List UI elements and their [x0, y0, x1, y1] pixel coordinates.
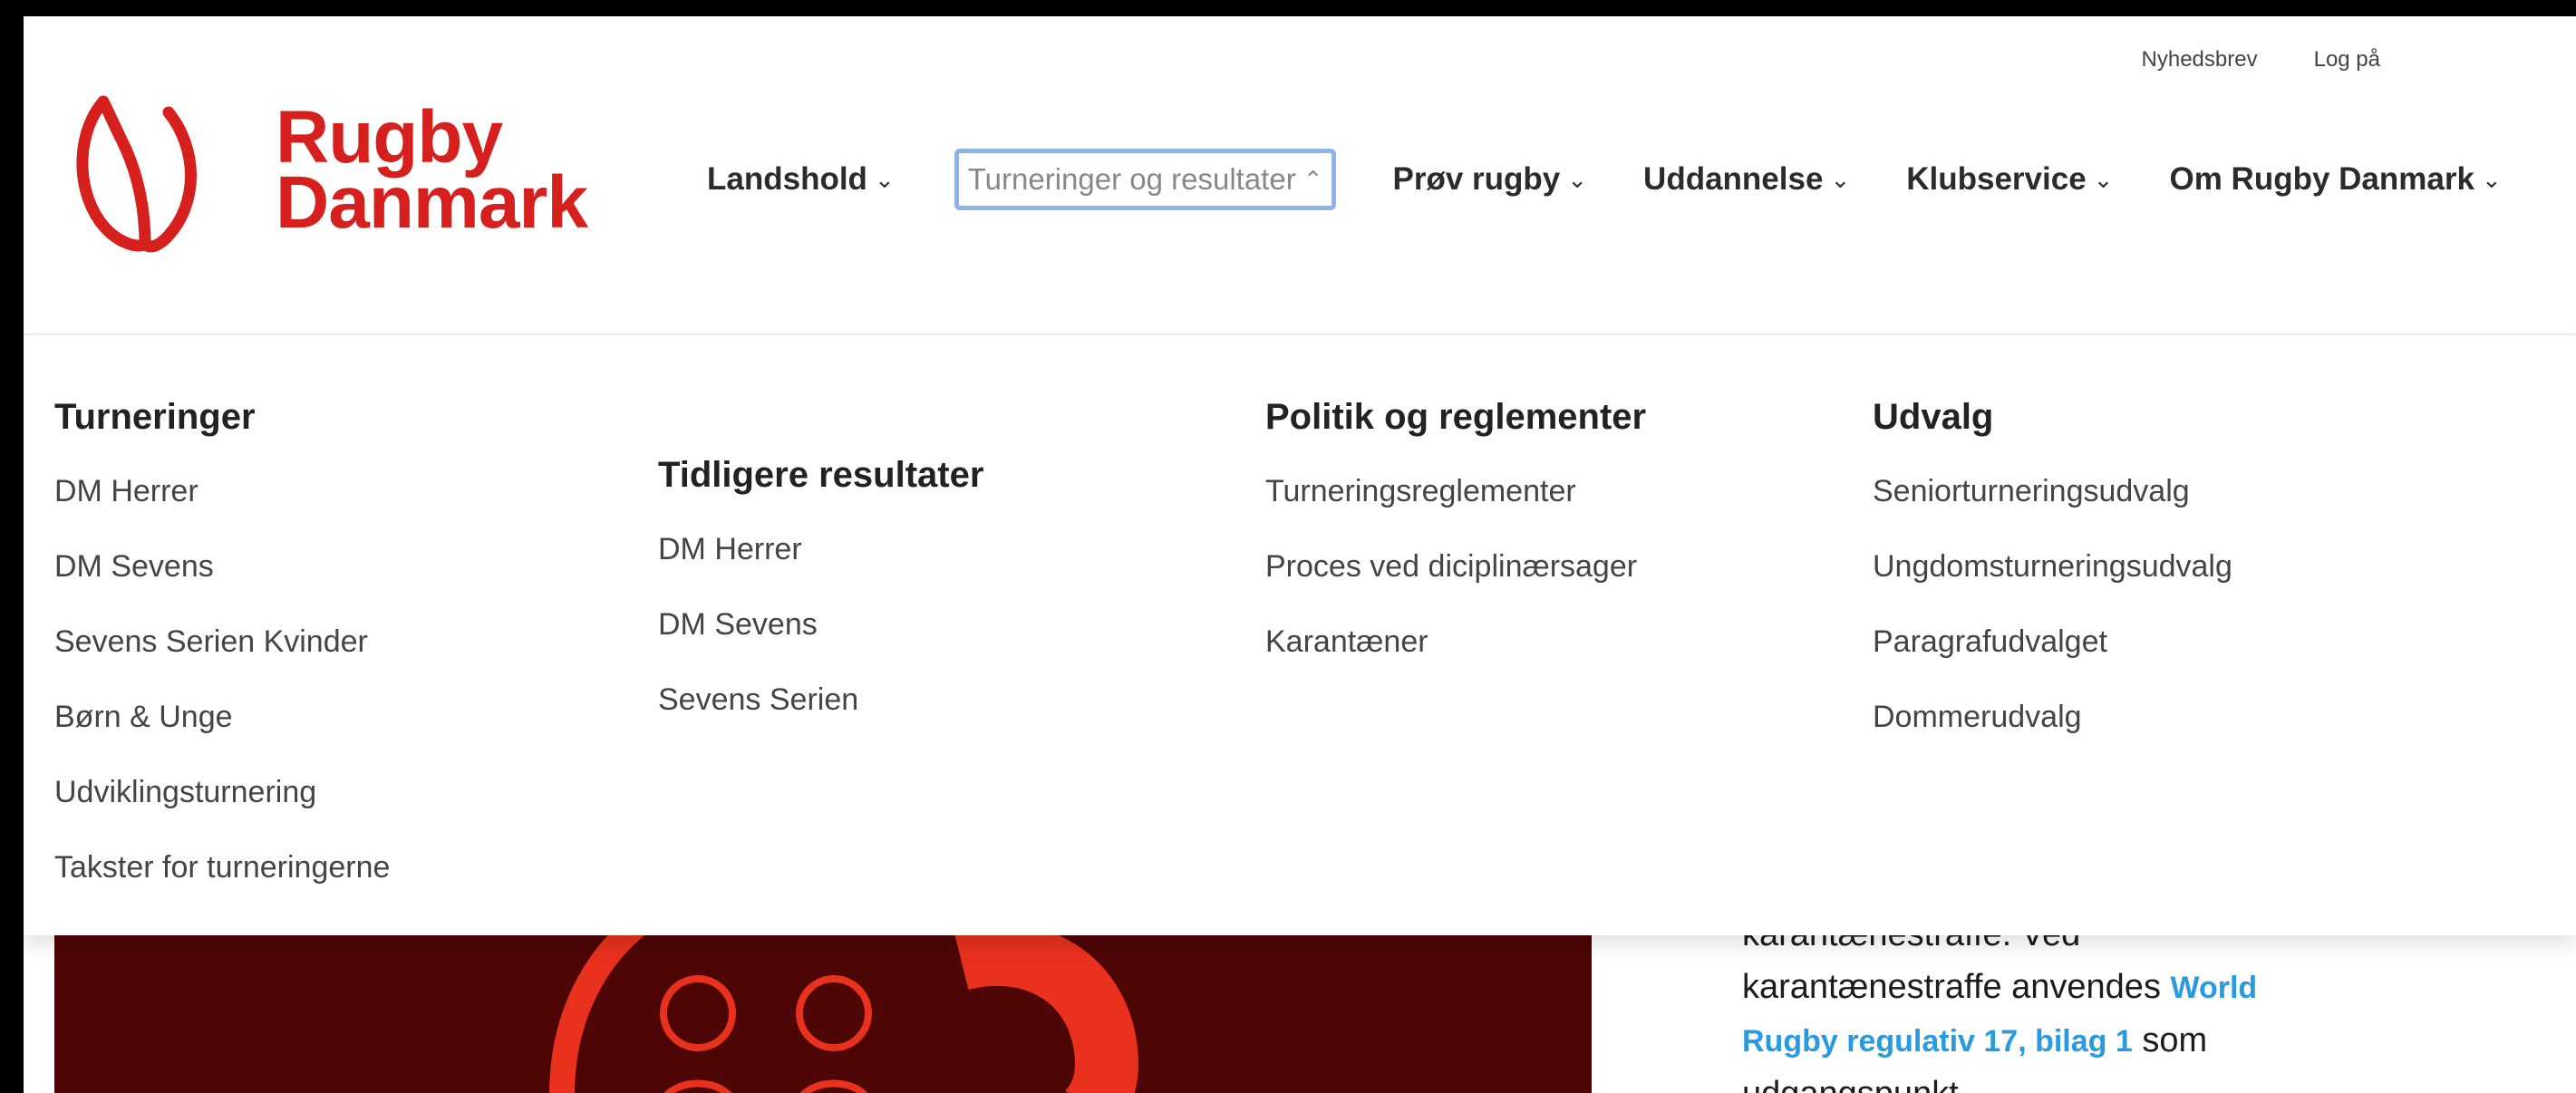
menu-column-udvalg: Udvalg Seniorturneringsudvalg Ungdomstur…: [1873, 395, 2232, 770]
menu-link-seniorturneringsudvalg[interactable]: Seniorturneringsudvalg: [1873, 469, 2232, 513]
chevron-down-icon: ⌄: [2481, 165, 2502, 193]
chevron-down-icon: ⌄: [874, 165, 895, 193]
menu-column-heading: Politik og reglementer: [1265, 397, 1647, 437]
menu-link-dm-herrer[interactable]: DM Herrer: [658, 527, 983, 571]
world-rugby-regulation-link[interactable]: Rugby regulativ 17, bilag 1: [1742, 1024, 2133, 1059]
menu-link-sevens-serien[interactable]: Sevens Serien: [658, 678, 983, 721]
menu-link-born-unge[interactable]: Børn & Unge: [54, 695, 390, 739]
menu-column-heading: Udvalg: [1873, 397, 1994, 437]
menu-link-paragrafudvalget[interactable]: Paragrafudvalget: [1873, 620, 2232, 663]
menu-link-ungdomsturneringsudvalg[interactable]: Ungdomsturneringsudvalg: [1873, 545, 2232, 588]
menu-column-heading: Turneringer: [54, 397, 256, 437]
article-line: karantænestraffe anvendes World: [1742, 961, 2467, 1014]
logo-line-2: Danmark: [276, 161, 588, 244]
nav-item-uddannelse[interactable]: Uddannelse ⌄: [1643, 161, 1850, 198]
world-rugby-link[interactable]: World: [2171, 971, 2258, 1005]
utility-nav: Nyhedsbrev Log på: [2142, 47, 2380, 73]
chevron-down-icon: ⌄: [2093, 165, 2114, 193]
nav-item-label: Landshold: [707, 161, 867, 197]
nav-item-turneringer-og-resultater[interactable]: Turneringer og resultater ⌃: [954, 149, 1337, 210]
chevron-down-icon: ⌄: [1567, 165, 1588, 193]
menu-link-udviklingsturnering[interactable]: Udviklingsturnering: [54, 770, 390, 814]
menu-link-proces-ved-diciplinaersager[interactable]: Proces ved diciplinærsager: [1265, 545, 1646, 588]
nav-item-label: Uddannelse: [1643, 161, 1824, 197]
menu-link-turneringsreglementer[interactable]: Turneringsreglementer: [1265, 469, 1646, 513]
page: Nyhedsbrev Log på Rugby Danmark Landshol…: [24, 16, 2576, 1093]
nav-item-label: Klubservice: [1906, 161, 2087, 197]
logo-mark-icon: [76, 95, 197, 253]
menu-link-takster[interactable]: Takster for turneringerne: [54, 846, 390, 889]
chevron-up-icon: ⌃: [1303, 165, 1323, 193]
article-text-segment: karantænestraffe anvendes: [1742, 968, 2171, 1006]
nav-item-label: Turneringer og resultater: [967, 162, 1296, 196]
nav-item-om-rugby-danmark[interactable]: Om Rugby Danmark ⌄: [2169, 161, 2501, 198]
mega-menu-dropdown: Turneringer DM Herrer DM Sevens Sevens S…: [24, 335, 2576, 935]
nav-item-label: Om Rugby Danmark: [2169, 161, 2474, 197]
nav-item-label: Prøv rugby: [1392, 161, 1561, 197]
menu-column-politik-og-reglementer: Politik og reglementer Turneringsregleme…: [1265, 395, 1646, 695]
nav-item-landshold[interactable]: Landshold ⌄: [707, 161, 895, 198]
menu-column-heading: Tidligere resultater: [658, 455, 984, 495]
menu-link-dommerudvalg[interactable]: Dommerudvalg: [1873, 695, 2232, 739]
menu-link-dm-sevens[interactable]: DM Sevens: [54, 545, 390, 588]
main-nav: Landshold ⌄ Turneringer og resultater ⌃ …: [707, 143, 2502, 216]
article-line: udgangspunkt.: [1742, 1068, 2467, 1093]
menu-column-tidligere-resultater: Tidligere resultater DM Herrer DM Sevens…: [658, 453, 983, 753]
logo-wordmark: Rugby Danmark: [276, 101, 588, 244]
rugby-danmark-logo[interactable]: Rugby Danmark: [67, 85, 588, 266]
article-text-segment: som: [2132, 1021, 2208, 1059]
chevron-down-icon: ⌄: [1830, 165, 1851, 193]
nav-item-klubservice[interactable]: Klubservice ⌄: [1906, 161, 2113, 198]
menu-link-sevens-serien-kvinder[interactable]: Sevens Serien Kvinder: [54, 620, 390, 663]
menu-link-karantaener[interactable]: Karantæner: [1265, 620, 1646, 663]
nav-item-prov-rugby[interactable]: Prøv rugby ⌄: [1392, 161, 1587, 198]
login-link[interactable]: Log på: [2314, 47, 2380, 73]
article-line: Rugby regulativ 17, bilag 1 som: [1742, 1014, 2467, 1068]
menu-column-turneringer: Turneringer DM Herrer DM Sevens Sevens S…: [54, 395, 390, 921]
article-text: karantænestraffe. Ved karantænestraffe a…: [1742, 908, 2467, 1093]
menu-link-dm-herrer[interactable]: DM Herrer: [54, 469, 390, 513]
menu-link-dm-sevens[interactable]: DM Sevens: [658, 603, 983, 646]
newsletter-link[interactable]: Nyhedsbrev: [2142, 47, 2258, 73]
